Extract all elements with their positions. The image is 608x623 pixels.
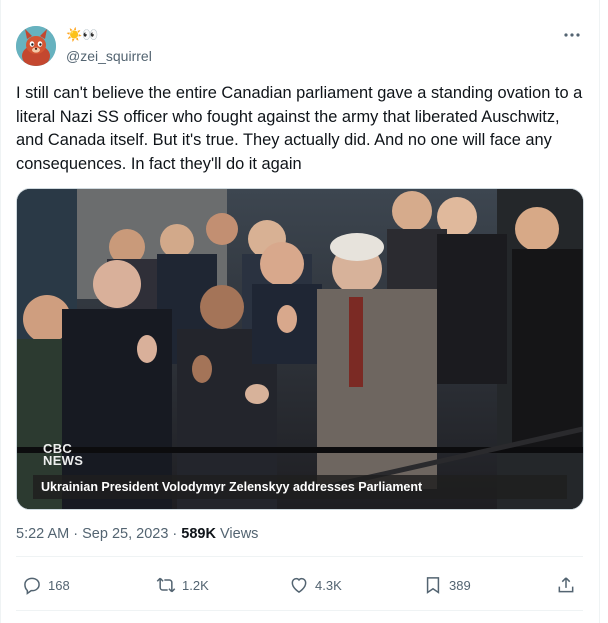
user-handle[interactable]: @zei_squirrel bbox=[66, 48, 152, 64]
heart-icon bbox=[291, 577, 307, 593]
cbc-news-logo: CBC NEWS bbox=[43, 442, 84, 468]
repost-button[interactable]: 1.2K bbox=[156, 572, 209, 598]
media-caption: Ukrainian President Volodymyr Zelenskyy … bbox=[41, 480, 423, 494]
meta-separator: · bbox=[172, 526, 178, 542]
squirrel-avatar-image bbox=[16, 26, 56, 66]
views-label: Views bbox=[220, 526, 259, 542]
share-button[interactable] bbox=[556, 572, 576, 598]
tweet-header: ☀️👀 @zei_squirrel bbox=[16, 26, 583, 70]
display-name-text: ☀️👀 bbox=[66, 27, 99, 42]
tweet-date[interactable]: Sep 25, 2023 bbox=[82, 526, 168, 542]
bookmark-icon bbox=[426, 577, 440, 594]
news-logo-text: NEWS bbox=[43, 453, 84, 468]
right-border bbox=[599, 0, 600, 623]
views-count: 589K bbox=[181, 526, 216, 542]
divider-top bbox=[16, 556, 583, 557]
tweet-text: I still can't believe the entire Canadia… bbox=[16, 84, 583, 173]
meta-separator: · bbox=[73, 526, 79, 542]
tweet: ☀️👀 @zei_squirrel I still can't believe … bbox=[16, 0, 584, 623]
reply-button[interactable]: 168 bbox=[22, 572, 70, 598]
reply-count: 168 bbox=[48, 577, 70, 593]
caption-bar: Ukrainian President Volodymyr Zelenskyy … bbox=[33, 475, 567, 499]
parliament-photo bbox=[17, 189, 583, 509]
more-dots-icon[interactable] bbox=[561, 26, 583, 44]
repost-icon bbox=[156, 577, 176, 593]
like-button[interactable]: 4.3K bbox=[289, 572, 342, 598]
left-border bbox=[0, 0, 1, 623]
bookmark-button[interactable]: 389 bbox=[423, 572, 471, 598]
divider-bottom bbox=[16, 610, 583, 611]
like-count: 4.3K bbox=[315, 577, 342, 593]
avatar[interactable] bbox=[16, 26, 56, 66]
reply-icon bbox=[24, 577, 40, 595]
bookmark-count: 389 bbox=[449, 577, 471, 593]
tweet-media[interactable]: CBC NEWS Ukrainian President Volodymyr Z… bbox=[16, 188, 584, 510]
tweet-time[interactable]: 5:22 AM bbox=[16, 526, 69, 542]
display-name[interactable]: ☀️👀 bbox=[66, 26, 98, 44]
action-bar: 168 1.2K 4.3K 389 bbox=[16, 572, 583, 598]
repost-count: 1.2K bbox=[182, 577, 209, 593]
tweet-meta: 5:22 AM · Sep 25, 2023 · 589K Views bbox=[16, 526, 258, 542]
share-icon bbox=[558, 577, 574, 593]
